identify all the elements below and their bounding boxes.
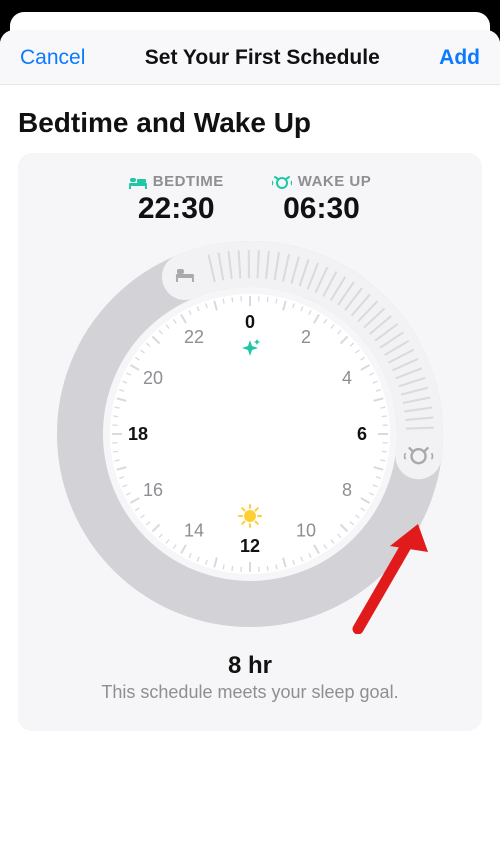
alarm-icon xyxy=(272,175,292,189)
dial-face xyxy=(110,294,390,574)
hour-4: 4 xyxy=(342,368,352,388)
wakeup-label-text: WAKE UP xyxy=(298,173,372,190)
time-readout: BEDTIME 22:30 WAKE UP 06:30 xyxy=(28,173,472,226)
bedtime-label: BEDTIME xyxy=(129,173,224,190)
add-button[interactable]: Add xyxy=(439,46,480,70)
hour-0: 0 xyxy=(245,312,255,332)
page-title: Bedtime and Wake Up xyxy=(18,107,482,139)
bedtime-label-text: BEDTIME xyxy=(153,173,224,190)
nav-title: Set Your First Schedule xyxy=(145,46,380,70)
cancel-button[interactable]: Cancel xyxy=(20,46,85,70)
hour-6: 6 xyxy=(357,424,367,444)
hour-18: 18 xyxy=(128,424,148,444)
hour-10: 10 xyxy=(296,521,316,541)
wakeup-label: WAKE UP xyxy=(272,173,372,190)
summary-note: This schedule meets your sleep goal. xyxy=(28,682,472,703)
bedtime-value: 22:30 xyxy=(129,192,224,226)
sun-icon xyxy=(239,505,261,527)
summary: 8 hr This schedule meets your sleep goal… xyxy=(28,652,472,703)
hour-12: 12 xyxy=(240,536,260,556)
schedule-card: BEDTIME 22:30 WAKE UP 06:30 xyxy=(18,153,482,731)
sleep-dial[interactable]: 0 2 4 6 8 10 12 14 16 18 20 22 xyxy=(50,234,450,634)
hour-22: 22 xyxy=(184,327,204,347)
bed-icon xyxy=(129,175,147,189)
modal-sheet: Cancel Set Your First Schedule Add Bedti… xyxy=(0,30,500,842)
hour-14: 14 xyxy=(184,521,204,541)
hour-20: 20 xyxy=(143,368,163,388)
navbar: Cancel Set Your First Schedule Add xyxy=(0,30,500,85)
hour-2: 2 xyxy=(301,327,311,347)
hour-8: 8 xyxy=(342,480,352,500)
wakeup-value: 06:30 xyxy=(272,192,372,226)
hour-16: 16 xyxy=(143,480,163,500)
summary-duration: 8 hr xyxy=(28,652,472,680)
